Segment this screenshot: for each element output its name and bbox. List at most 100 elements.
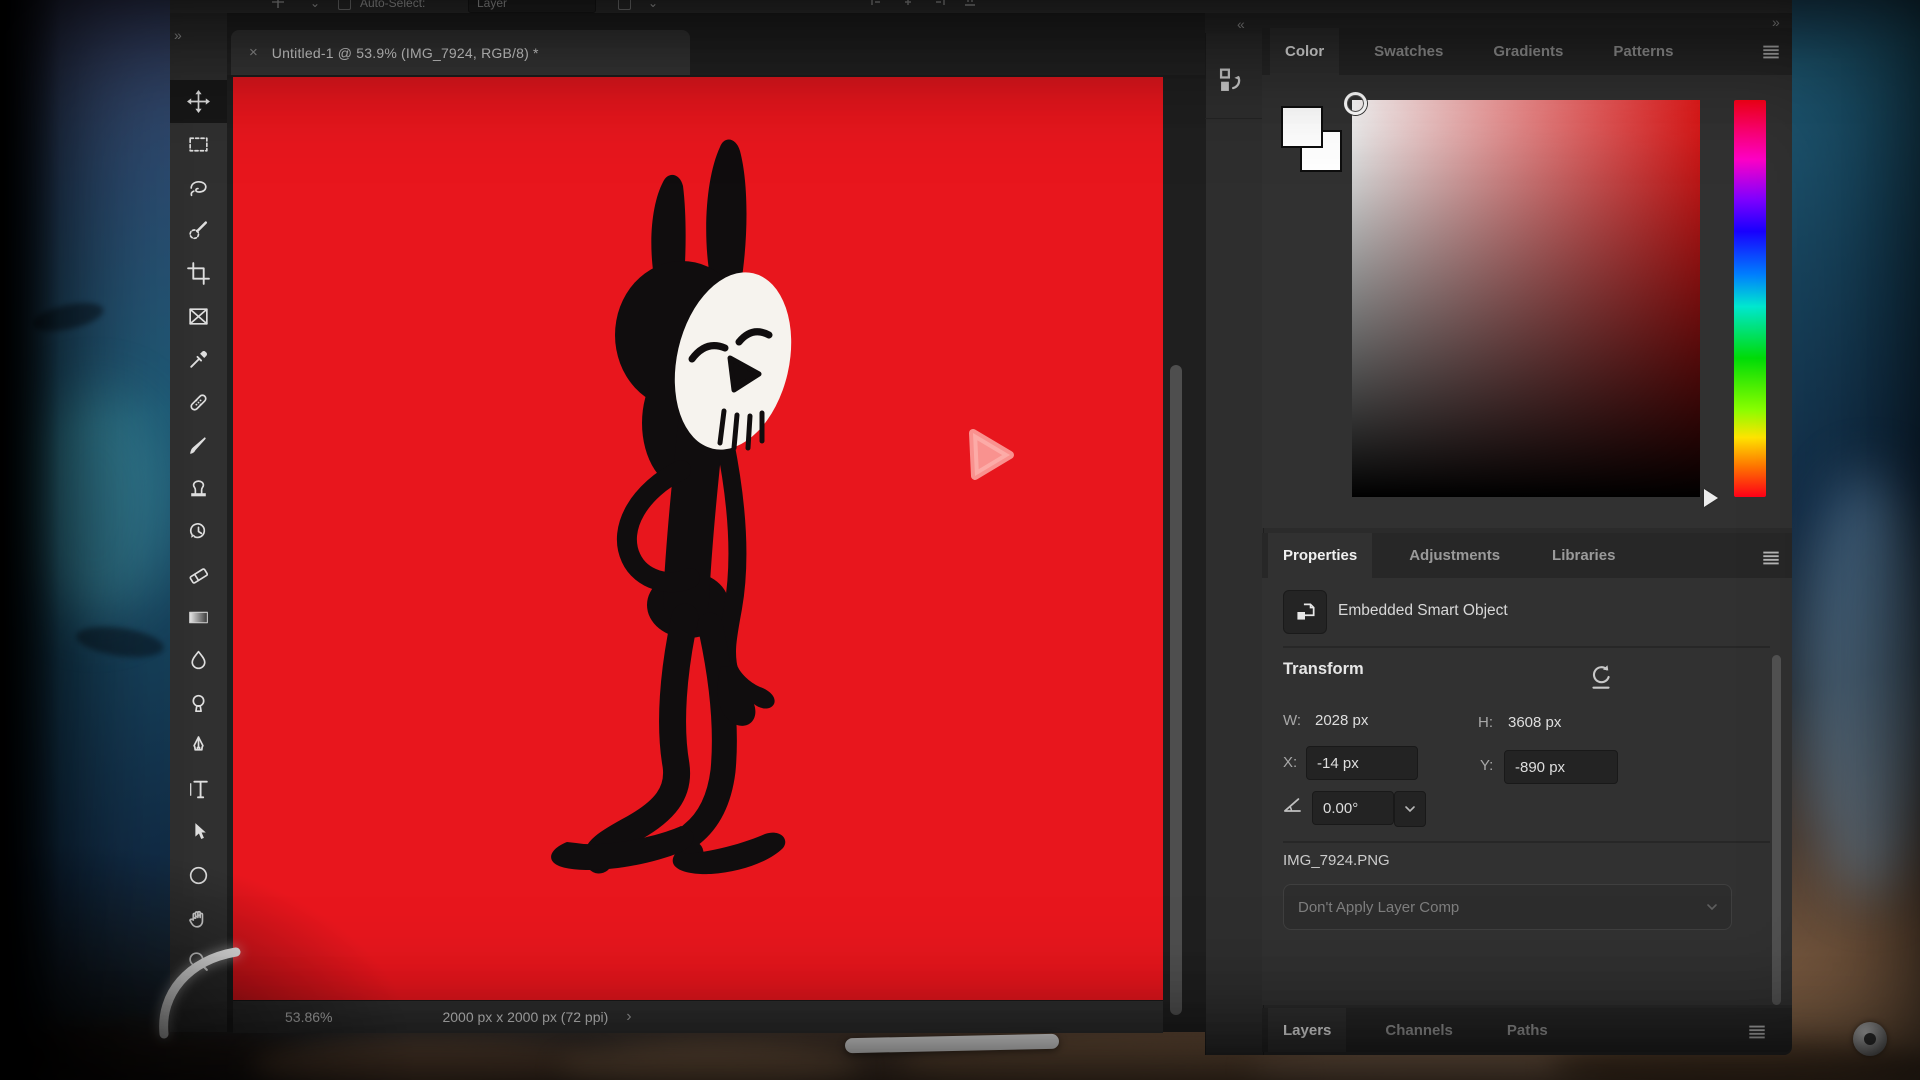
chevron-down-icon	[1403, 802, 1417, 816]
document-tab-title: Untitled-1 @ 53.9% (IMG_7924, RGB/8) *	[272, 45, 539, 61]
tool-clone-stamp[interactable]	[170, 467, 227, 510]
auto-select-dropdown[interactable]: Layer	[468, 0, 596, 13]
tool-lasso[interactable]	[170, 166, 227, 209]
lasso-icon	[186, 175, 211, 200]
tool-marquee[interactable]	[170, 123, 227, 166]
toolbar-expand-chevron[interactable]: »	[174, 28, 182, 42]
w-value: 2028 px	[1315, 712, 1368, 729]
color-panel-menu-icon[interactable]	[1760, 40, 1782, 67]
align-icon[interactable]	[963, 0, 977, 7]
tab-swatches[interactable]: Swatches	[1359, 28, 1458, 75]
w-label: W:	[1283, 712, 1301, 729]
hue-slider[interactable]	[1734, 100, 1766, 497]
angle-dropdown-button[interactable]	[1394, 791, 1426, 827]
status-chevron-icon[interactable]: ›	[626, 1010, 631, 1024]
tab-gradients[interactable]: Gradients	[1478, 28, 1578, 75]
tool-quick-selection[interactable]	[170, 209, 227, 252]
tab-properties[interactable]: Properties	[1268, 533, 1372, 578]
tool-history-brush[interactable]	[170, 510, 227, 553]
h-label: H:	[1478, 714, 1493, 731]
reset-transform-icon[interactable]	[1586, 662, 1616, 692]
eyedropper-icon	[186, 347, 211, 372]
chevron-down-icon: ⌄	[648, 0, 658, 10]
y-input[interactable]	[1504, 750, 1618, 784]
quick-selection-icon	[186, 218, 211, 243]
align-icon[interactable]	[901, 0, 915, 7]
smart-object-file-name: IMG_7924.PNG	[1283, 852, 1390, 869]
wallpaper-glow-right	[1805, 470, 1920, 900]
crop-icon	[186, 261, 211, 286]
layers-panel-menu-icon[interactable]	[1746, 1020, 1768, 1047]
tool-healing-brush[interactable]	[170, 381, 227, 424]
x-input[interactable]	[1306, 746, 1418, 780]
color-selection-ring[interactable]	[1344, 92, 1367, 115]
show-transform-checkbox[interactable]	[618, 0, 631, 10]
coral-reef	[560, 1046, 860, 1080]
tab-patterns[interactable]: Patterns	[1598, 28, 1688, 75]
layers-panel-tabs: Layers Channels Paths	[1262, 1008, 1792, 1052]
panel-expand-chevron[interactable]: »	[1772, 15, 1780, 29]
properties-panel-scrollbar[interactable]	[1772, 655, 1781, 1005]
smart-object-label: Embedded Smart Object	[1338, 602, 1508, 620]
options-bar: ⌄ Auto-Select: Layer ⌄	[170, 0, 1792, 14]
divider	[1283, 646, 1770, 648]
document-size-info: 2000 px x 2000 px (72 ppi)	[442, 1009, 608, 1025]
tool-move[interactable]	[170, 80, 227, 123]
align-icon[interactable]	[932, 0, 946, 7]
blur-drop-icon	[186, 648, 211, 673]
auto-select-label: Auto-Select:	[360, 0, 425, 10]
tool-pen[interactable]	[170, 725, 227, 768]
tool-gradient[interactable]	[170, 596, 227, 639]
x-label: X:	[1283, 754, 1297, 771]
tool-eraser[interactable]	[170, 553, 227, 596]
tool-frame[interactable]	[170, 295, 227, 338]
layer-comp-dropdown[interactable]: Don't Apply Layer Comp	[1283, 884, 1732, 930]
tab-libraries[interactable]: Libraries	[1537, 533, 1630, 578]
angle-icon	[1280, 792, 1306, 818]
tool-type[interactable]	[170, 768, 227, 811]
chevron-down-icon: ⌄	[310, 0, 320, 10]
saturation-brightness-field[interactable]	[1352, 100, 1700, 497]
divider	[1283, 841, 1770, 843]
brush-icon	[186, 433, 211, 458]
tab-paths[interactable]: Paths	[1492, 1008, 1563, 1052]
foreground-color-swatch[interactable]	[1281, 106, 1323, 148]
pen-icon	[186, 734, 211, 759]
type-icon	[186, 777, 211, 802]
chevron-down-icon	[1705, 900, 1719, 914]
history-brush-icon	[186, 519, 211, 544]
layer-comp-value: Don't Apply Layer Comp	[1298, 899, 1459, 916]
smart-object-icon	[1283, 590, 1327, 634]
tool-eyedropper[interactable]	[170, 338, 227, 381]
align-icon[interactable]	[870, 0, 884, 7]
eraser-icon	[186, 562, 211, 587]
tab-adjustments[interactable]: Adjustments	[1394, 533, 1515, 578]
tool-brush[interactable]	[170, 424, 227, 467]
tool-crop[interactable]	[170, 252, 227, 295]
collapsed-panel-dock	[1205, 33, 1264, 1055]
transform-heading: Transform	[1283, 660, 1364, 679]
angle-input[interactable]	[1312, 791, 1394, 825]
properties-panel-menu-icon[interactable]	[1760, 546, 1782, 573]
dodge-icon	[186, 691, 211, 716]
canvas-vertical-scrollbar[interactable]	[1170, 365, 1182, 1015]
healing-brush-icon	[186, 390, 211, 415]
desktop: ⌄ Auto-Select: Layer ⌄ »	[0, 0, 1920, 1080]
panel-collapse-chevron[interactable]: «	[1237, 17, 1245, 31]
tool-dodge[interactable]	[170, 682, 227, 725]
auto-select-checkbox[interactable]	[338, 0, 351, 10]
mouse-cursor	[963, 424, 1023, 484]
properties-panel-tabs: Properties Adjustments Libraries	[1262, 533, 1792, 578]
document-tab[interactable]: × Untitled-1 @ 53.9% (IMG_7924, RGB/8) *	[231, 30, 690, 75]
tab-channels[interactable]: Channels	[1370, 1008, 1468, 1052]
tab-layers[interactable]: Layers	[1268, 1008, 1346, 1052]
hue-slider-handle[interactable]	[1704, 489, 1718, 507]
tool-blur[interactable]	[170, 639, 227, 682]
corner-shadow	[0, 840, 420, 1080]
gradient-icon	[186, 605, 211, 630]
marquee-icon	[186, 132, 211, 157]
device-preview-icon[interactable]	[1214, 64, 1248, 98]
disc-logo	[1853, 1022, 1887, 1056]
tab-color[interactable]: Color	[1270, 28, 1339, 75]
close-icon[interactable]: ×	[249, 44, 258, 61]
